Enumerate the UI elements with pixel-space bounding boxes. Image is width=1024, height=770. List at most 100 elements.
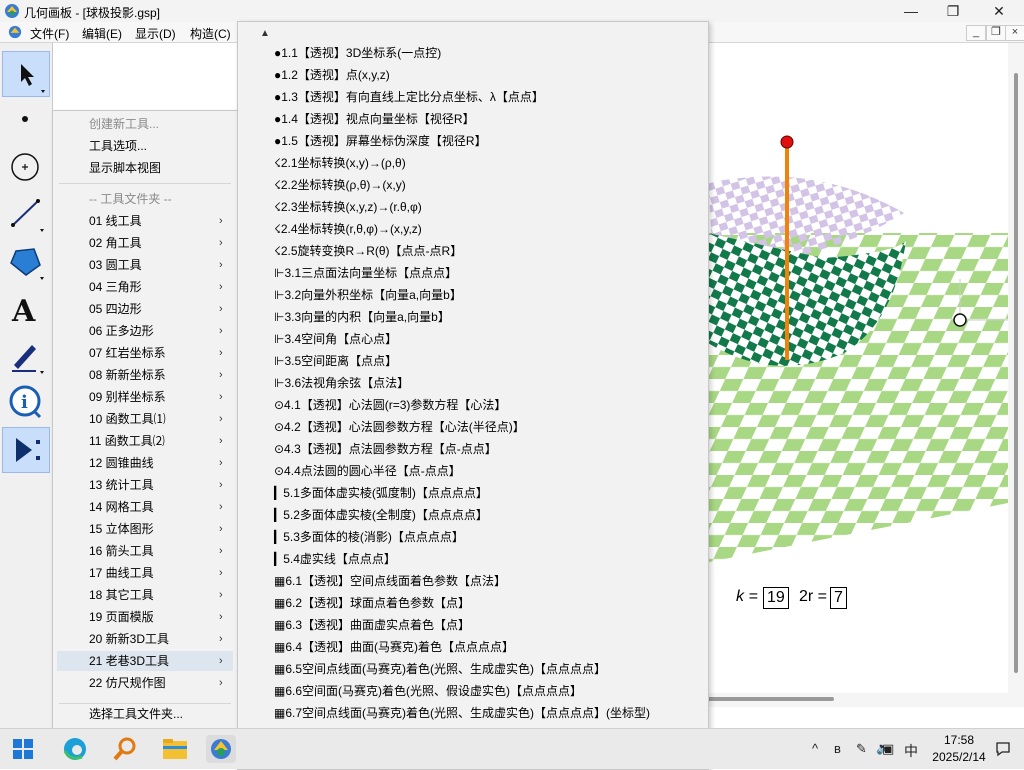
input-method-icon[interactable]: 中: [904, 741, 918, 761]
custom-tool-item[interactable]: ⊩3.4空间角【点心点】: [274, 328, 397, 350]
close-button[interactable]: ✕: [976, 0, 1022, 22]
custom-tool-item[interactable]: ⊙4.2【透视】心法圆参数方程【心法(半径点)】: [274, 416, 525, 438]
tool-folder-item[interactable]: 04 三角形: [89, 276, 142, 298]
custom-tool-item[interactable]: ▎5.4虚实线【点点点】: [274, 548, 396, 570]
choose-tool-folder-item[interactable]: 选择工具文件夹...: [89, 703, 183, 725]
custom-tool-item[interactable]: ⊩3.6法视角余弦【点法】: [274, 372, 409, 394]
information-tool[interactable]: i: [2, 379, 48, 423]
tool-folder-item[interactable]: 22 仿尺规作图: [89, 672, 166, 694]
custom-tool-item[interactable]: ●1.1【透视】3D坐标系(一点控): [274, 42, 441, 64]
custom-tool-item[interactable]: ⊩3.2向量外积坐标【向量a,向量b】: [274, 284, 462, 306]
tool-folder-item[interactable]: 10 函数工具⑴: [89, 408, 166, 430]
bluetooth-icon[interactable]: ʙ: [834, 741, 841, 756]
marker-tool[interactable]: [2, 333, 48, 377]
custom-tool-item[interactable]: ☇2.5旋转变换R→R(θ)【点点-点R】: [274, 240, 462, 262]
tool-folder-item[interactable]: 03 圆工具: [89, 254, 142, 276]
tool-options-item[interactable]: 工具选项...: [89, 135, 147, 157]
menu-display[interactable]: 显示(D): [135, 25, 176, 42]
tool-folder-item[interactable]: 20 新新3D工具: [89, 628, 169, 650]
show-script-view-item[interactable]: 显示脚本视图: [89, 157, 161, 179]
point-tool[interactable]: [2, 99, 48, 143]
custom-tool-item[interactable]: ▦6.3【透视】曲面虚实点着色【点】: [274, 614, 470, 636]
custom-tool-item[interactable]: ⊙4.3【透视】点法圆参数方程【点-点点】: [274, 438, 497, 460]
custom-tool-item[interactable]: ▎5.2多面体虚实棱(全制度)【点点点点】: [274, 504, 488, 526]
tool-folder-item[interactable]: 13 统计工具: [89, 474, 154, 496]
custom-tool-item[interactable]: ●1.4【透视】视点向量坐标【视径R】: [274, 108, 475, 130]
tool-folder-item[interactable]: 05 四边形: [89, 298, 142, 320]
circle-icon: [11, 153, 39, 181]
custom-tool-item[interactable]: ⊩3.1三点面法向量坐标【点点点】: [274, 262, 457, 284]
windows-start-icon[interactable]: [8, 735, 38, 763]
maximize-button[interactable]: ❐: [930, 0, 976, 22]
tool-folder-item[interactable]: 21 老巷3D工具: [89, 650, 169, 672]
chevron-right-icon: ›: [219, 347, 223, 359]
tool-folder-item[interactable]: 06 正多边形: [89, 320, 154, 342]
geometer-sketchpad-icon[interactable]: [206, 735, 236, 763]
scroll-thumb[interactable]: [704, 697, 834, 701]
compass-tool[interactable]: [2, 145, 48, 189]
menu-file[interactable]: 文件(F): [30, 25, 69, 42]
tool-folder-item[interactable]: 02 角工具: [89, 232, 142, 254]
scroll-thumb[interactable]: [1014, 73, 1018, 673]
control-point[interactable]: [953, 313, 967, 327]
custom-tool-item[interactable]: ●1.2【透视】点(x,y,z): [274, 64, 390, 86]
custom-tool-item[interactable]: ▦6.5空间点线面(马赛克)着色(光照、生成虚实色)【点点点点】: [274, 658, 606, 680]
custom-tool-item[interactable]: ☇2.2坐标转换(ρ,θ)→(x,y): [274, 174, 406, 196]
pen-icon[interactable]: ✎: [856, 741, 867, 757]
title-bar: 几何画板 - [球极投影.gsp] — ❐ ✕: [0, 0, 1024, 22]
custom-tool-item[interactable]: ☇2.3坐标转换(x,y,z)→(r.θ,φ): [274, 196, 422, 218]
tool-folder-item[interactable]: 07 红岩坐标系: [89, 342, 166, 364]
tool-folder-item[interactable]: 18 其它工具: [89, 584, 154, 606]
custom-tool-item[interactable]: ●1.3【透视】有向直线上定比分点坐标、λ【点点】: [274, 86, 544, 108]
file-explorer-icon[interactable]: [160, 735, 190, 763]
vertical-scrollbar[interactable]: [1008, 43, 1024, 707]
custom-tool-item[interactable]: ▦6.7空间点线面(马赛克)着色(光照、生成虚实色)【点点点点】(坐标型): [274, 702, 650, 724]
tool-folder-item[interactable]: 15 立体图形: [89, 518, 154, 540]
custom-tools-button[interactable]: [2, 427, 50, 473]
tool-folder-item[interactable]: 09 别样坐标系: [89, 386, 166, 408]
show-hidden-icons-icon[interactable]: ^: [812, 741, 818, 756]
menu-construct[interactable]: 构造(C): [190, 25, 231, 42]
tool-folder-item[interactable]: 14 网格工具: [89, 496, 154, 518]
straightedge-tool[interactable]: [2, 191, 48, 235]
text-tool[interactable]: A: [2, 287, 48, 331]
chevron-right-icon: ›: [219, 369, 223, 381]
tool-folder-item[interactable]: 17 曲线工具: [89, 562, 154, 584]
custom-tool-item[interactable]: ▎5.3多面体的棱(消影)【点点点点】: [274, 526, 464, 548]
search-magnifier-icon[interactable]: [110, 735, 140, 763]
clock-date[interactable]: 2025/2/14: [926, 750, 992, 764]
polygon-tool[interactable]: [2, 239, 48, 283]
param-k-value[interactable]: 19: [763, 587, 789, 609]
custom-tool-item[interactable]: ☇2.4坐标转换(r,θ,φ)→(x,y,z): [274, 218, 422, 240]
custom-tool-item[interactable]: ⊙4.4点法圆的圆心半径【点-点点】: [274, 460, 461, 482]
tool-folder-item[interactable]: 16 箭头工具: [89, 540, 154, 562]
param-r-value[interactable]: 7: [830, 587, 847, 609]
custom-tool-item[interactable]: ⊙4.1【透视】心法圆(r=3)参数方程【心法】: [274, 394, 506, 416]
mdi-close-button[interactable]: ×: [1005, 25, 1024, 41]
notification-icon[interactable]: [994, 740, 1012, 758]
custom-tool-item[interactable]: ●1.5【透视】屏幕坐标伪深度【视径R】: [274, 130, 487, 152]
custom-tool-item[interactable]: ▎5.1多面体虚实棱(弧度制)【点点点点】: [274, 482, 488, 504]
custom-tool-item[interactable]: ⊩3.5空间距离【点点】: [274, 350, 397, 372]
mdi-restore-button[interactable]: ❐: [986, 25, 1006, 41]
minimize-button[interactable]: —: [888, 0, 934, 22]
tool-folder-item[interactable]: 12 圆锥曲线: [89, 452, 154, 474]
tool-folder-item[interactable]: 08 新新坐标系: [89, 364, 166, 386]
menu-edit[interactable]: 编辑(E): [82, 25, 122, 42]
custom-tool-item[interactable]: ☇2.1坐标转换(x,y)→(ρ,θ): [274, 152, 406, 174]
tool-folder-item[interactable]: 01 线工具: [89, 210, 142, 232]
clock-time[interactable]: 17:58: [934, 733, 984, 747]
custom-tool-item[interactable]: ⊩3.3向量的内积【向量a,向量b】: [274, 306, 450, 328]
custom-tool-item[interactable]: ▦6.1【透视】空间点线面着色参数【点法】: [274, 570, 506, 592]
display-icon[interactable]: ▣: [882, 741, 894, 757]
edge-browser-icon[interactable]: [60, 735, 90, 763]
north-pole-point[interactable]: [780, 135, 794, 149]
tool-folder-item[interactable]: 19 页面模版: [89, 606, 154, 628]
tool-folder-item[interactable]: 11 函数工具⑵: [89, 430, 165, 452]
custom-tool-item[interactable]: ▦6.6空间面(马赛克)着色(光照、假设虚实色)【点点点点】: [274, 680, 582, 702]
custom-tool-item[interactable]: ▦6.4【透视】曲面(马赛克)着色【点点点点】: [274, 636, 514, 658]
scroll-up-arrow-icon[interactable]: ▲: [260, 28, 270, 39]
custom-tool-item[interactable]: ▦6.2【透视】球面点着色参数【点】: [274, 592, 470, 614]
mdi-minimize-button[interactable]: _: [966, 25, 986, 41]
select-arrow-tool[interactable]: [2, 51, 50, 97]
